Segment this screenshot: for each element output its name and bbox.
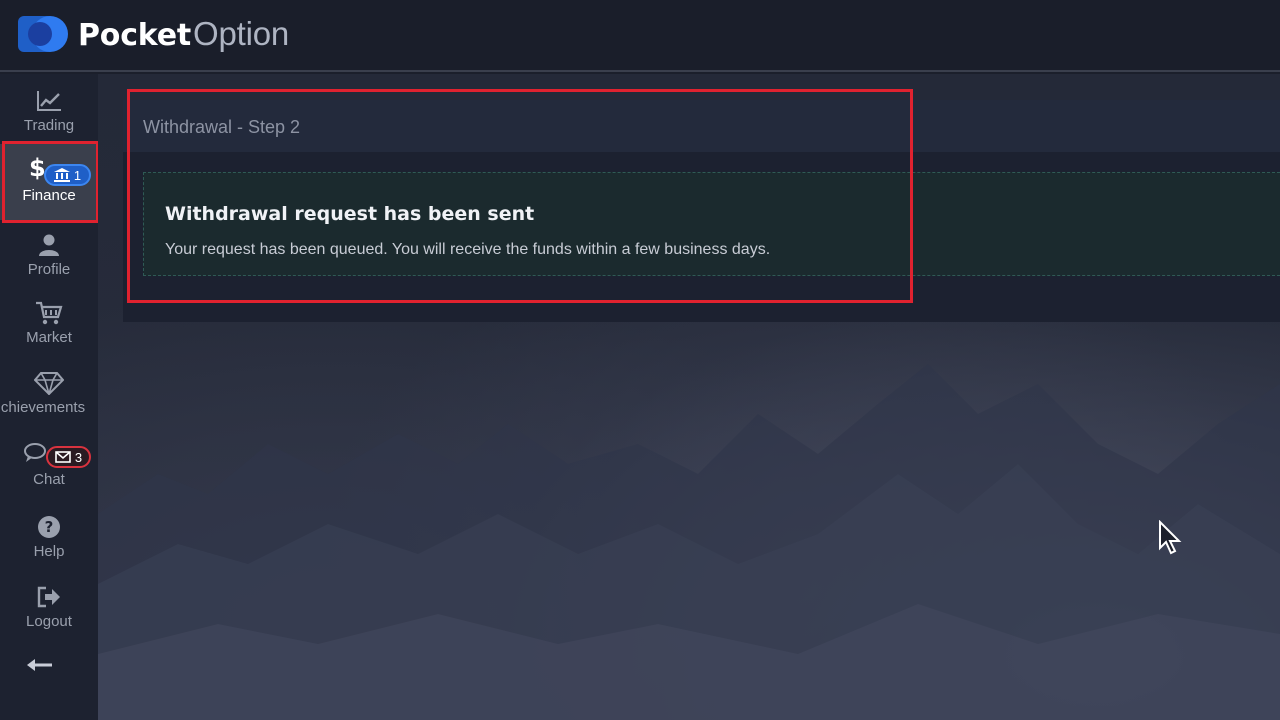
arrow-left-icon xyxy=(27,659,52,671)
mountain-background xyxy=(98,364,1280,720)
brand-logo[interactable]: PocketOption xyxy=(18,14,289,54)
sidebar-item-label: Logout xyxy=(26,613,72,630)
sidebar-item-label: Chat xyxy=(33,471,65,488)
envelope-icon xyxy=(55,451,71,463)
panel-title: Withdrawal - Step 2 xyxy=(143,117,301,137)
sidebar-item-label: Market xyxy=(26,329,72,346)
message-text: Your request has been queued. You will r… xyxy=(165,241,771,258)
brand-name-light: Option xyxy=(193,15,290,52)
cart-icon xyxy=(35,298,63,328)
pocket-option-logo-icon xyxy=(18,16,68,52)
sidebar-item-logout[interactable]: Logout xyxy=(0,582,98,646)
sidebar-item-market[interactable]: Market xyxy=(0,298,98,362)
chat-badge: 3 xyxy=(46,446,91,468)
success-message-box: Withdrawal request has been sent Your re… xyxy=(143,172,1280,276)
sidebar-item-profile[interactable]: Profile xyxy=(0,230,98,294)
brand-name: PocketOption xyxy=(78,15,289,53)
brand-name-bold: Pocket xyxy=(78,18,192,53)
panel-header: Withdrawal - Step 2 xyxy=(123,100,1280,152)
logout-icon xyxy=(36,582,62,612)
sidebar-item-label: Finance xyxy=(22,187,76,204)
bank-icon xyxy=(53,168,70,182)
chart-line-icon xyxy=(35,86,63,116)
sidebar-item-label: Help xyxy=(33,543,65,560)
chat-badge-count: 3 xyxy=(74,449,83,465)
sidebar-item-label: Profile xyxy=(27,261,71,278)
sidebar-item-help[interactable]: ? Help xyxy=(0,512,98,576)
finance-badge-count: 1 xyxy=(73,167,82,183)
dollar-icon: $ xyxy=(29,154,46,182)
finance-badge: 1 xyxy=(44,164,91,186)
sidebar-item-label: Trading xyxy=(23,117,75,134)
sidebar-item-trading[interactable]: Trading xyxy=(0,86,98,150)
sidebar: Trading $ Finance 1 Profile Market chiev… xyxy=(0,74,98,720)
svg-text:?: ? xyxy=(45,518,54,536)
question-icon: ? xyxy=(37,512,61,542)
withdrawal-panel: Withdrawal - Step 2 Withdrawal request h… xyxy=(123,100,1280,322)
sidebar-collapse-button[interactable] xyxy=(26,656,54,674)
diamond-icon xyxy=(34,368,64,398)
message-title: Withdrawal request has been sent xyxy=(165,203,535,225)
user-icon xyxy=(38,230,60,260)
top-bar: PocketOption xyxy=(0,0,1280,72)
mouse-cursor-icon xyxy=(1159,520,1182,555)
sidebar-item-label: chievements xyxy=(0,399,86,416)
sidebar-item-achievements[interactable]: chievements xyxy=(0,368,98,432)
